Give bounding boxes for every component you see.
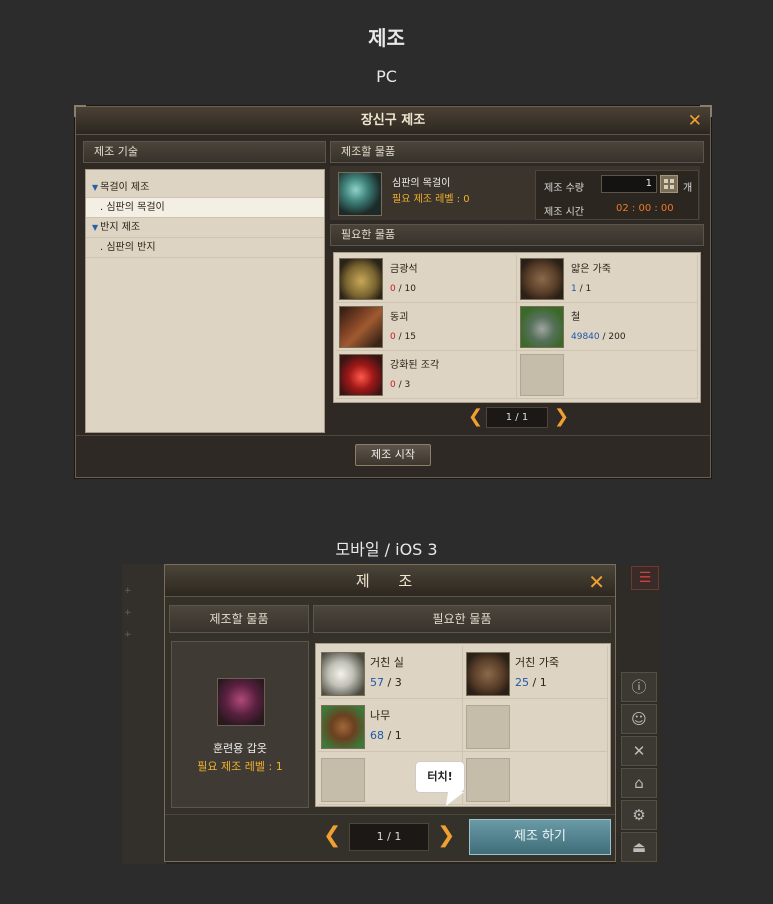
background-text: +	[124, 586, 132, 596]
tree-category-necklace[interactable]: 목걸이 제조	[86, 178, 324, 198]
material-count: 68 / 1	[370, 729, 402, 742]
target-item-level: 필요 제조 레벨 : 0	[392, 194, 470, 205]
material-count: 57 / 3	[370, 676, 402, 689]
wood-icon	[321, 705, 365, 749]
skill-tree: 목걸이 제조 . 심판의 목걸이 반지 제조 . 심판의 반지	[85, 169, 325, 433]
materials-grid: 금광석 0 / 10 얇은 가죽 1 / 1 동괴 0 / 15 철 49840…	[333, 252, 701, 403]
copper-ingot-icon	[339, 306, 383, 348]
craft-time-label: 제조 시간	[544, 207, 584, 218]
background-text: +	[124, 630, 132, 640]
mobile-crafting-window: 제 조 ✕ 제조할 물품 필요한 물품 훈련용 갑옷 필요 제조 레벨 : 1 …	[164, 564, 616, 862]
material-count: 25 / 1	[515, 676, 547, 689]
crossed-swords-icon[interactable]: ✕	[621, 736, 657, 766]
chevron-left-icon[interactable]: ❮	[323, 823, 341, 848]
skill-list-header: 제조 기술	[83, 141, 326, 163]
material-slot[interactable]: 거친 가죽 25 / 1	[463, 646, 608, 699]
target-item-panel: 심판의 목걸이 필요 제조 레벨 : 0 제조 수량 1 개 제조 시간 02 …	[330, 166, 700, 220]
target-item-level: 필요 제조 레벨 : 1	[197, 760, 283, 773]
material-count: 1 / 1	[571, 284, 592, 294]
close-icon[interactable]: ✕	[588, 571, 605, 593]
quantity-label: 제조 수량	[544, 183, 584, 194]
info-icon[interactable]: ⓘ	[621, 672, 657, 702]
divider	[76, 435, 710, 436]
eject-icon[interactable]: ⏏	[621, 832, 657, 862]
iron-icon	[520, 306, 564, 348]
tree-item-ring-of-judgment[interactable]: . 심판의 반지	[86, 238, 324, 258]
chevron-right-icon[interactable]: ❯	[554, 406, 569, 427]
material-slot[interactable]: 철 49840 / 200	[517, 303, 698, 351]
material-name: 나무	[370, 709, 391, 722]
page-indicator: 1 / 1	[349, 823, 429, 851]
empty-material-slot	[517, 351, 698, 399]
quantity-input[interactable]: 1	[601, 175, 657, 193]
target-item-panel: 훈련용 갑옷 필요 제조 레벨 : 1	[171, 641, 309, 808]
empty-slot	[520, 354, 564, 396]
pager: ❮ 1 / 1 ❯	[466, 406, 586, 429]
material-count: 0 / 15	[390, 332, 416, 342]
tree-category-ring[interactable]: 반지 제조	[86, 218, 324, 238]
target-item-header: 제조할 물품	[330, 141, 704, 163]
empty-material-slot	[463, 752, 608, 805]
start-crafting-button[interactable]: 제조 시작	[355, 444, 431, 466]
background-text: +	[124, 608, 132, 618]
page-indicator: 1 / 1	[486, 407, 548, 428]
material-name: 금광석	[390, 264, 418, 275]
quantity-keypad-button[interactable]	[660, 175, 678, 193]
quantity-unit: 개	[683, 183, 693, 194]
material-name: 얇은 가죽	[571, 264, 611, 275]
mobile-section-label: 모바일 / iOS 3	[335, 540, 438, 559]
material-count: 0 / 10	[390, 284, 416, 294]
material-name: 거친 가죽	[515, 656, 559, 669]
page-title: 제조	[368, 26, 405, 50]
necklace-icon	[338, 172, 382, 216]
thread-icon	[321, 652, 365, 696]
materials-header: 필요한 물품	[330, 224, 704, 246]
material-slot[interactable]: 동괴 0 / 15	[336, 303, 517, 351]
target-item-header: 제조할 물품	[169, 605, 309, 633]
pc-section-label: PC	[376, 67, 397, 86]
leather-icon	[520, 258, 564, 300]
ore-icon	[339, 258, 383, 300]
material-count: 49840 / 200	[571, 332, 626, 342]
quantity-time-box: 제조 수량 1 개 제조 시간 02 : 00 : 00	[535, 170, 699, 220]
window-title: 장신구 제조	[76, 107, 710, 135]
menu-icon[interactable]: ☰	[631, 566, 659, 590]
empty-slot	[466, 705, 510, 749]
leather-icon	[466, 652, 510, 696]
tree-item-necklace-of-judgment[interactable]: . 심판의 목걸이	[86, 198, 324, 218]
material-name: 동괴	[390, 312, 409, 323]
material-name: 철	[571, 312, 581, 323]
material-slot[interactable]: 나무 68 / 1	[318, 699, 463, 752]
party-icon[interactable]: ☺	[621, 704, 657, 734]
chevron-left-icon[interactable]: ❮	[468, 406, 483, 427]
material-name: 강화된 조각	[390, 360, 440, 371]
close-icon[interactable]: ✕	[688, 111, 702, 131]
craft-button[interactable]: 제조 하기	[469, 819, 611, 855]
gear-icon[interactable]: ⚙	[621, 800, 657, 830]
material-count: 0 / 3	[390, 380, 411, 390]
window-title: 제 조	[165, 565, 615, 597]
chevron-right-icon[interactable]: ❯	[437, 823, 455, 848]
empty-slot	[466, 758, 510, 802]
material-slot[interactable]: 금광석 0 / 10	[336, 255, 517, 303]
empty-material-slot	[463, 699, 608, 752]
pc-crafting-window: 장신구 제조 ✕ 제조 기술 목걸이 제조 . 심판의 목걸이 반지 제조 . …	[74, 105, 712, 478]
materials-header: 필요한 물품	[313, 605, 611, 633]
material-slot[interactable]: 얇은 가죽 1 / 1	[517, 255, 698, 303]
shard-icon	[339, 354, 383, 396]
divider	[165, 814, 615, 815]
empty-slot	[321, 758, 365, 802]
material-slot[interactable]: 강화된 조각 0 / 3	[336, 351, 517, 399]
armor-icon	[217, 678, 265, 726]
craft-time-value: 02 : 00 : 00	[616, 203, 674, 214]
home-icon[interactable]: ⌂	[621, 768, 657, 798]
material-name: 거친 실	[370, 656, 404, 669]
target-item-name: 심판의 목걸이	[392, 178, 451, 189]
material-slot[interactable]: 거친 실 57 / 3	[318, 646, 463, 699]
target-item-name: 훈련용 갑옷	[212, 742, 268, 755]
touch-tooltip: 터치!	[415, 761, 465, 793]
